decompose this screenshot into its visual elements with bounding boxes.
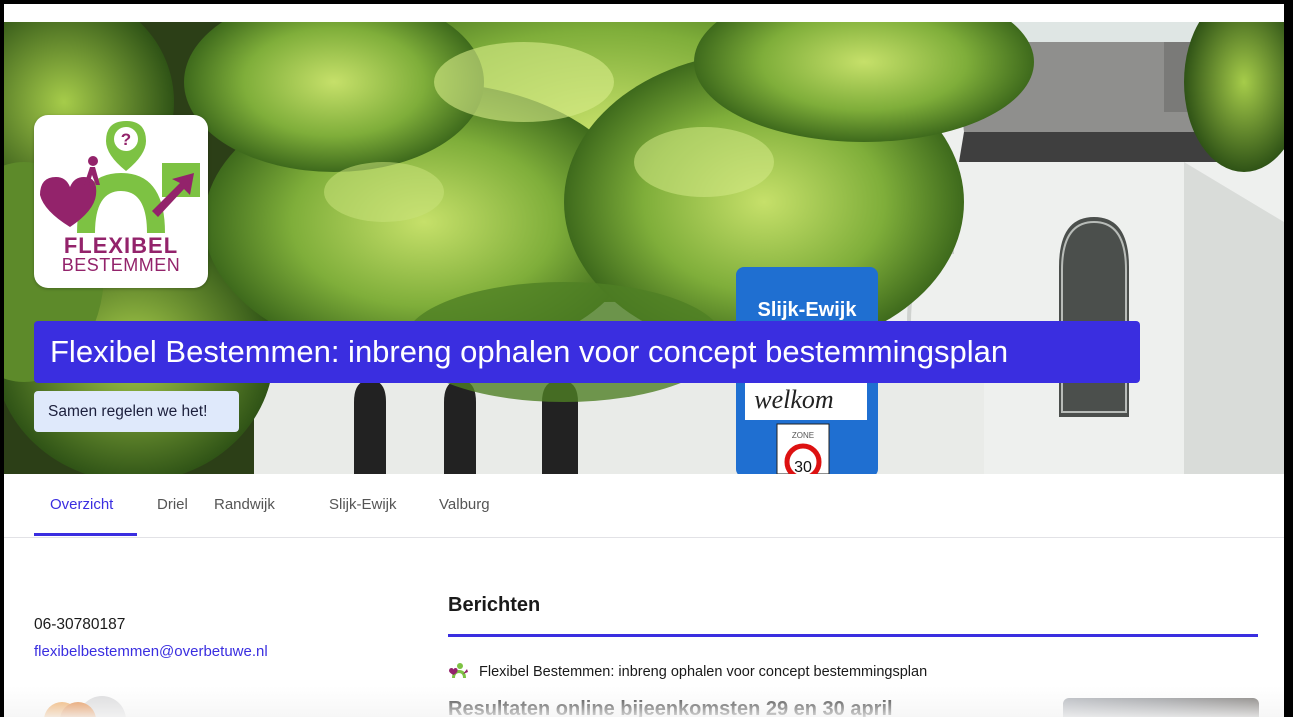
tagline-badge: Samen regelen we het! [34,391,239,432]
participant-avatars [44,696,126,717]
tab-valburg[interactable]: Valburg [439,474,490,537]
tab-randwijk[interactable]: Randwijk [214,474,275,537]
contact-phone: 06-30780187 [34,616,126,633]
sign-welcome-text: welkom [754,385,833,414]
tab-slijk-ewijk[interactable]: Slijk-Ewijk [329,474,397,537]
project-mini-logo-icon [449,663,468,678]
logo-question-mark: ? [121,130,131,149]
post-source[interactable]: Flexibel Bestemmen: inbreng ophalen voor… [448,662,927,682]
tab-overzicht[interactable]: Overzicht [50,474,113,537]
sign-speed-text: 30 [794,459,812,474]
page: Slijk-Ewijk welkom ZONE 30 ? FLEXIBEL BE… [4,4,1284,717]
contact-email-link[interactable]: flexibelbestemmen@overbetuwe.nl [34,643,268,660]
tab-driel[interactable]: Driel [157,474,188,537]
logo-text-bestemmen: BESTEMMEN [61,255,181,275]
hero-banner: Slijk-Ewijk welkom ZONE 30 ? FLEXIBEL BE… [4,22,1284,474]
tab-bar: Overzicht Driel Randwijk Slijk-Ewijk Val… [4,474,1284,538]
post-source-label: Flexibel Bestemmen: inbreng ophalen voor… [479,663,928,680]
post-title[interactable]: Resultaten online bijeenkomsten 29 en 30… [448,698,893,717]
sign-zone-text: ZONE [792,431,814,440]
sign-place-text: Slijk-Ewijk [758,299,858,321]
page-title: Flexibel Bestemmen: inbreng ophalen voor… [34,321,1140,383]
post-thumbnail[interactable] [1063,698,1259,717]
berichten-divider [448,634,1258,637]
berichten-heading: Berichten [448,594,541,616]
active-tab-indicator [34,533,137,536]
flexibel-bestemmen-logo[interactable]: ? FLEXIBEL BESTEMMEN [34,115,208,288]
